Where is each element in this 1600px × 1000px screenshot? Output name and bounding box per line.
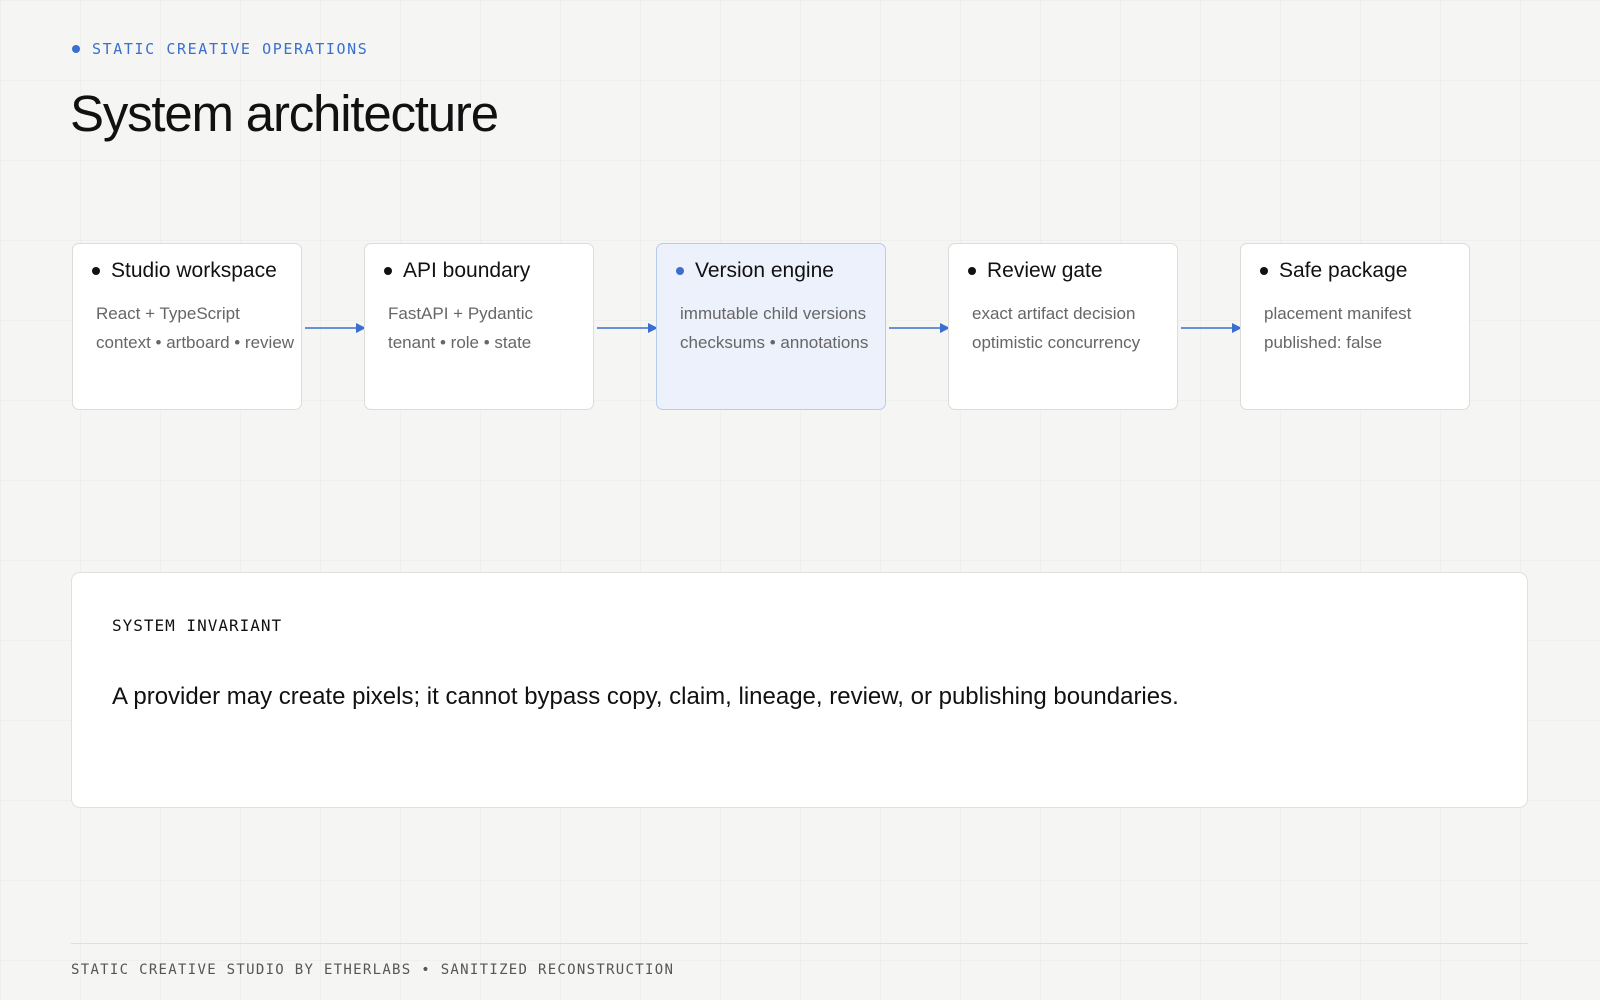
eyebrow: STATIC CREATIVE OPERATIONS (72, 40, 368, 58)
bullet-icon (1260, 267, 1268, 275)
node-version-engine[interactable]: Version engine immutable child versions … (656, 243, 886, 410)
flow-arrows (305, 323, 1242, 333)
bullet-icon (384, 267, 392, 275)
node-title: Review gate (987, 259, 1103, 282)
bullet-icon (92, 267, 100, 275)
node-detail: tenant • role • state (388, 333, 532, 352)
bullet-icon (968, 267, 976, 275)
node-title: Safe package (1279, 259, 1408, 282)
node-detail: optimistic concurrency (972, 333, 1141, 352)
node-title: API boundary (403, 259, 531, 282)
eyebrow-dot-icon (72, 45, 80, 53)
node-title: Version engine (695, 259, 834, 282)
node-detail: React + TypeScript (96, 304, 240, 323)
node-api-boundary[interactable]: API boundary FastAPI + Pydantic tenant •… (364, 243, 594, 410)
node-safe-package[interactable]: Safe package placement manifest publishe… (1240, 243, 1470, 410)
bullet-icon (676, 267, 684, 275)
architecture-flow: Studio workspace React + TypeScript cont… (0, 0, 1600, 1000)
node-detail: context • artboard • review (96, 333, 295, 352)
page-title: System architecture (70, 85, 499, 142)
invariant-card: SYSTEM INVARIANT A provider may create p… (71, 572, 1528, 808)
node-detail: exact artifact decision (972, 304, 1136, 323)
footer-divider (71, 943, 1528, 944)
node-detail: FastAPI + Pydantic (388, 304, 534, 323)
node-review-gate[interactable]: Review gate exact artifact decision opti… (948, 243, 1178, 410)
node-detail: checksums • annotations (680, 333, 869, 352)
node-studio-workspace[interactable]: Studio workspace React + TypeScript cont… (72, 243, 302, 410)
node-detail: placement manifest (1264, 304, 1412, 323)
footer-text: STATIC CREATIVE STUDIO BY ETHERLABS • SA… (71, 962, 675, 978)
eyebrow-label: STATIC CREATIVE OPERATIONS (92, 40, 369, 58)
node-detail: immutable child versions (680, 304, 867, 323)
invariant-label: SYSTEM INVARIANT (112, 616, 283, 635)
node-title: Studio workspace (111, 259, 277, 282)
node-detail: published: false (1264, 333, 1383, 352)
invariant-text: A provider may create pixels; it cannot … (112, 683, 1179, 710)
